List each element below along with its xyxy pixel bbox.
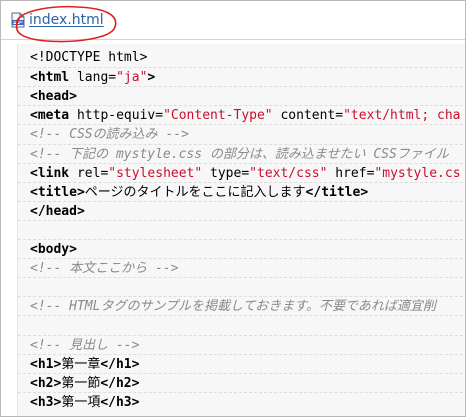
code-line: <link rel="stylesheet" type="text/css" h… (18, 162, 465, 183)
code-token-tag: <link (30, 165, 77, 181)
code-line-text: <!-- 下記の mystyle.css の部分は、読み込ませたい CSSファイ… (30, 147, 449, 162)
code-line: <head> (18, 86, 465, 106)
code-line: <h1>第一章</h1> (18, 353, 465, 374)
code-token-text: 第一節 (61, 375, 101, 391)
code-token-attr: type= (202, 165, 250, 181)
code-line-text: <!DOCTYPE html> (30, 50, 147, 65)
code-line: <html lang="ja"> (18, 67, 465, 87)
code-line-text: <head> (30, 89, 77, 104)
code-line-text: <title>ページのタイトルをここに記入します</title> (30, 185, 368, 200)
code-token-comment: <!-- 本文ここから --> (30, 261, 179, 277)
code-token-text: ページのタイトルをここに記入します (84, 184, 306, 200)
code-token-attr: href= (327, 165, 375, 181)
html-file-icon (10, 12, 26, 28)
code-token-tag: </head> (30, 203, 85, 219)
code-token-tag: </h3> (100, 394, 140, 410)
code-line: <!-- 見出し --> (18, 334, 465, 355)
code-token-str: "Content-Type" (163, 108, 273, 124)
file-tab-bar: index.html (1, 1, 465, 43)
code-line-text: <meta http-equiv="Content-Type" content=… (30, 108, 461, 123)
code-line-text: <!-- HTMLタグのサンプルを掲載しておきます。不要であれば適宜削 (30, 299, 436, 314)
code-token-text: <!DOCTYPE html> (30, 50, 148, 65)
code-line-text: <h1>第一章</h1> (30, 357, 139, 372)
code-token-tag: <h2> (30, 375, 62, 391)
code-token-tag: </h1> (100, 356, 140, 372)
code-token-tag: <html (30, 70, 77, 86)
code-line: <body> (18, 239, 465, 259)
code-token-str: "text/css" (249, 165, 328, 181)
code-line-text: <!-- 見出し --> (30, 338, 139, 353)
code-token-tag: > (147, 70, 156, 86)
code-line: <h3>第一項</h3> (18, 391, 465, 412)
code-line: <!-- 下記の mystyle.css の部分は、読み込ませたい CSSファイ… (18, 143, 465, 164)
code-line-text: <h2>第一節</h2> (30, 376, 139, 391)
code-token-tag: <h1> (30, 356, 62, 372)
code-token-attr: http-equiv= (76, 108, 164, 124)
code-line: <!-- 本文ここから --> (18, 258, 465, 278)
code-token-str: "stylesheet" (108, 165, 203, 181)
file-tab-index-html[interactable]: index.html (10, 9, 104, 31)
code-viewer-window: index.html <!DOCTYPE html> <html lang="ja… (0, 0, 466, 417)
code-line (18, 315, 465, 335)
code-token-text: 第一章 (61, 356, 101, 372)
code-line-text: <!-- CSSの読み込み --> (30, 127, 189, 142)
code-token-tag: </h2> (100, 375, 140, 391)
code-line: <title>ページのタイトルをここに記入します</title> (18, 181, 465, 202)
code-token-attr: lang= (76, 70, 117, 86)
code-token-tag: <title> (30, 184, 85, 200)
code-token-tag: <body> (30, 242, 77, 257)
code-token-comment: <!-- 見出し --> (30, 337, 140, 353)
code-line-text: <!-- 本文ここから --> (30, 261, 178, 276)
code-line: <!-- HTMLタグのサンプルを掲載しておきます。不要であれば適宜削 (18, 296, 465, 316)
code-token-comment: <!-- HTMLタグのサンプルを掲載しておきます。不要であれば適宜削 (30, 299, 436, 315)
code-line: <!-- CSSの読み込み --> (18, 124, 465, 144)
code-line: <!DOCTYPE html> (18, 48, 465, 67)
code-token-tag: <head> (30, 89, 77, 105)
code-listing: <!DOCTYPE html> <html lang="ja"> <head> <me… (17, 44, 465, 416)
code-token-text: 第一項 (61, 394, 101, 410)
code-token-comment: <!-- 下記の mystyle.css の部分は、読み込ませたい CSSファイ… (30, 146, 449, 162)
code-line: <meta http-equiv="Content-Type" content=… (18, 105, 465, 125)
code-line-text: <body> (30, 242, 77, 257)
file-tab-label[interactable]: index.html (29, 12, 104, 28)
code-token-tag: <meta (30, 108, 77, 124)
code-token-tag: </title> (305, 184, 369, 200)
code-line-text: <link rel="stylesheet" type="text/css" h… (30, 166, 461, 181)
code-line (18, 219, 465, 240)
code-token-attr: content= (272, 108, 344, 124)
code-token-str: "ja" (116, 70, 148, 86)
code-line: <h2>第一節</h2> (18, 372, 465, 393)
code-token-str: "text/html; cha (343, 108, 461, 124)
code-line-text: <html lang="ja"> (30, 70, 155, 85)
code-token-tag: <h3> (30, 394, 62, 410)
code-token-comment: <!-- CSSの読み込み --> (30, 127, 189, 143)
code-line-text: <h3>第一項</h3> (30, 395, 139, 410)
code-token-str: "mystyle.cs (374, 165, 461, 181)
code-line (18, 277, 465, 297)
code-line-text: </head> (30, 204, 85, 219)
code-token-attr: rel= (76, 165, 109, 181)
code-line: </head> (18, 200, 465, 221)
